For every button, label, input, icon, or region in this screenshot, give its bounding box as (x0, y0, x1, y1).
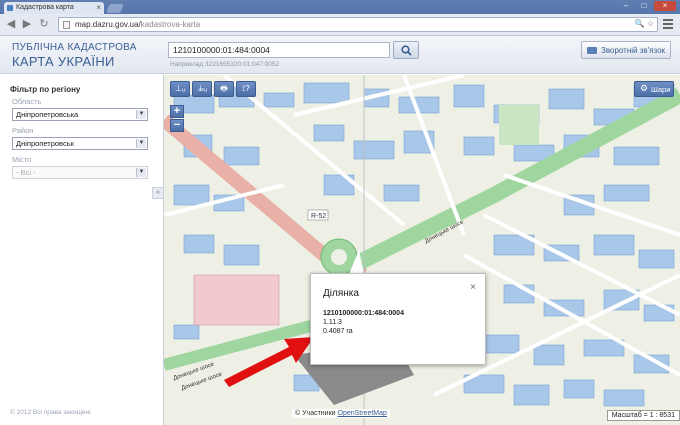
search-example-hint: Наприклад 3221655100:01:047:0052 (170, 61, 280, 68)
popup-pointer (349, 250, 364, 274)
minimize-button[interactable]: – (618, 1, 634, 11)
misto-value: - Всі - (16, 168, 36, 177)
raion-select[interactable]: Дніпропетровськ ▼ (12, 137, 148, 150)
oblast-label: Область (12, 97, 42, 106)
raion-label: Район (12, 126, 34, 135)
osm-link[interactable]: OpenStreetMap (338, 410, 387, 417)
reload-icon[interactable]: ↻ (37, 17, 51, 31)
parcel-purpose-code: 1.11.3 (323, 319, 342, 326)
copyright-text: © 2012 Всі права захищені (10, 409, 91, 416)
print-button[interactable]: 🖶 (214, 81, 234, 97)
address-bar[interactable]: map.dazru.gov.ua/kadastrova-karta 🔍 ☆ (58, 17, 658, 32)
window-controls: – □ × (618, 1, 676, 11)
tab-strip: Кадастрова карта × – □ × (0, 0, 680, 14)
url-path: kadastrova-karta (140, 20, 201, 29)
search-icon (401, 45, 412, 56)
tab-title: Кадастрова карта (16, 4, 74, 11)
misto-select[interactable]: - Всі - ▼ (12, 166, 148, 179)
chevron-down-icon: ▼ (136, 139, 146, 148)
gear-icon: ⚙ (640, 83, 649, 93)
parcel-cadastral-number: 1210100000:01:484:0004 (323, 310, 404, 317)
layers-button[interactable]: ⚙ Шари (634, 81, 674, 97)
filter-title: Фільтр по регіону (10, 85, 81, 94)
mail-icon (587, 47, 597, 54)
logo-title-top: ПУБЛІЧНА КАДАСТРОВА (12, 42, 137, 53)
url-host: map.dazru.gov.ua/ (75, 20, 141, 29)
map-attribution: © Участники OpenStreetMap (292, 409, 390, 418)
collapse-panel-button[interactable]: « (152, 187, 164, 199)
map-scale: Масштаб = 1 : 8531 (606, 410, 680, 421)
parcel-info-popup: Ділянка × 1210100000:01:484:0004 1.11.3 … (310, 273, 486, 365)
layers-label: Шари (651, 85, 671, 94)
oblast-select[interactable]: Дніпропетровська ▼ (12, 108, 148, 121)
road-badge-text: R-52 (311, 213, 326, 220)
cadastral-map[interactable]: R-52 Донецьке шосе Донецьке шосе Донецьк… (164, 75, 680, 425)
close-icon[interactable]: × (470, 282, 476, 293)
browser-tab[interactable]: Кадастрова карта × (4, 2, 104, 14)
zone-area (193, 274, 280, 326)
zoom-out-button[interactable]: − (170, 119, 184, 132)
cadastral-search-input[interactable] (168, 42, 390, 58)
page-icon (63, 21, 70, 29)
map-toolbar: ⊥ᵤ ⊥̶ᵤ 🖶 ⟟? (170, 81, 256, 97)
chevron-down-icon: ▼ (136, 110, 146, 119)
misto-label: Місто (12, 155, 32, 164)
browser-chrome: Кадастрова карта × – □ × ◀ ▶ ↻ map.dazru… (0, 0, 680, 36)
parcel-area: 0.4087 га (323, 328, 353, 335)
popup-title: Ділянка (323, 288, 359, 299)
feedback-label: Зворотній зв'язок (601, 46, 666, 55)
close-tab-icon[interactable]: × (96, 3, 101, 12)
favicon-icon (7, 5, 13, 11)
region-filter-panel: Фільтр по регіону Область Дніпропетровсь… (0, 75, 164, 425)
logo-title-bottom: КАРТА УКРАЇНИ (12, 54, 115, 69)
back-icon[interactable]: ◀ (4, 17, 18, 31)
roundabout-center (331, 249, 347, 265)
maximize-button[interactable]: □ (636, 1, 652, 11)
close-window-button[interactable]: × (654, 1, 676, 11)
search-button[interactable] (393, 41, 419, 59)
feedback-button[interactable]: Зворотній зв'язок (581, 41, 671, 59)
navigation-bar: ◀ ▶ ↻ map.dazru.gov.ua/kadastrova-karta … (0, 14, 680, 36)
measure-area-button[interactable]: ⊥̶ᵤ (192, 81, 212, 97)
zoom-in-button[interactable]: + (170, 105, 184, 118)
new-tab-button[interactable] (106, 4, 124, 13)
site-header: ПУБЛІЧНА КАДАСТРОВА КАРТА УКРАЇНИ Наприк… (0, 36, 680, 74)
attribution-prefix: © Участники (295, 410, 336, 417)
oblast-value: Дніпропетровська (16, 110, 79, 119)
bookmark-star-icon[interactable]: 🔍 ☆ (635, 19, 654, 28)
menu-icon[interactable] (662, 17, 674, 29)
park-area (499, 105, 539, 145)
forward-icon[interactable]: ▶ (20, 17, 34, 31)
info-button[interactable]: ⟟? (236, 81, 256, 97)
raion-value: Дніпропетровськ (16, 139, 74, 148)
chevron-down-icon: ▼ (136, 168, 146, 177)
map-canvas[interactable]: R-52 Донецьке шосе Донецьке шосе Донецьк… (164, 75, 680, 425)
measure-length-button[interactable]: ⊥ᵤ (170, 81, 190, 97)
